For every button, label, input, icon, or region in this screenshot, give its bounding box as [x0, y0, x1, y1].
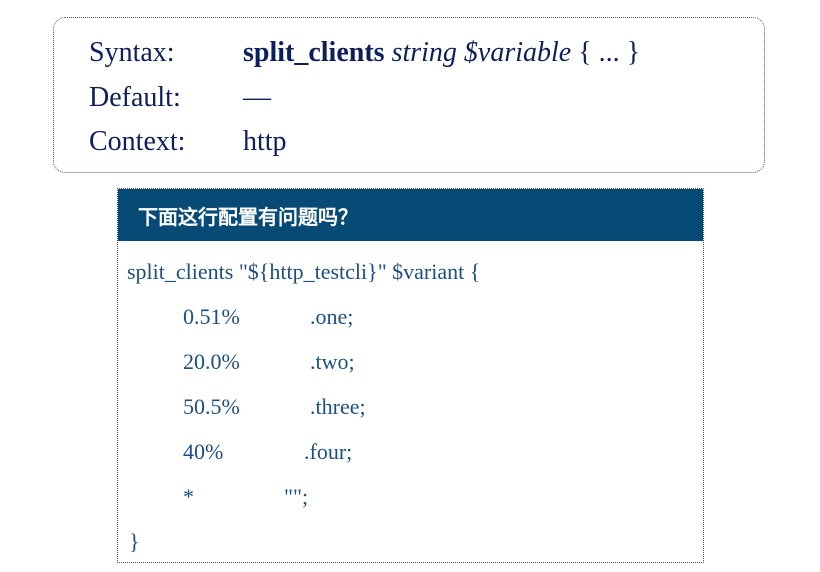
code-percent: 0.51% [183, 304, 240, 329]
directive-args: string $variable [391, 37, 572, 68]
code-last-line: } [129, 529, 140, 554]
code-value: .three; [310, 394, 366, 419]
directive-name: split_clients [243, 37, 385, 68]
context-label: Context: [89, 126, 186, 157]
default-label: Default: [89, 82, 181, 113]
code-first-line: split_clients "${http_testcli}" $variant… [127, 259, 481, 284]
code-percent: 50.5% [183, 394, 240, 419]
question-box: 下面这行配置有问题吗？ split_clients "${http_testcl… [117, 188, 704, 563]
syntax-label: Syntax: [89, 37, 175, 68]
question-title: 下面这行配置有问题吗？ [118, 189, 703, 241]
directive-syntax-box: Syntax: split_clients string $variable {… [53, 17, 765, 173]
default-value: — [243, 82, 271, 113]
code-percent: 40% [183, 439, 224, 464]
code-value: .one; [310, 304, 354, 329]
code-percent: * [183, 484, 194, 509]
context-value: http [243, 126, 287, 157]
code-percent: 20.0% [183, 349, 240, 374]
syntax-value: split_clients string $variable { ... } [243, 36, 640, 70]
code-value: .four; [304, 439, 353, 464]
directive-block: { ... } [571, 37, 641, 68]
code-value: ""; [284, 484, 309, 509]
code-value: .two; [310, 349, 355, 374]
